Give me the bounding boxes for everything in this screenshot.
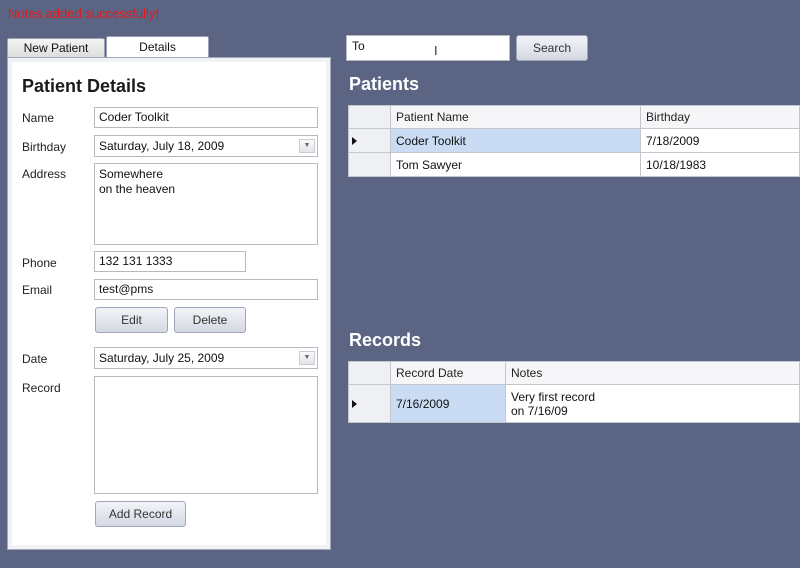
search-button[interactable]: Search <box>516 35 588 61</box>
column-header-birthday[interactable]: Birthday <box>640 105 800 129</box>
address-label: Address <box>22 167 67 181</box>
patient-birthday-cell[interactable]: 10/18/1983 <box>640 152 800 177</box>
birthday-label: Birthday <box>22 140 67 154</box>
row-selector[interactable] <box>348 384 391 423</box>
tab-new-patient[interactable]: New Patient <box>7 38 105 58</box>
name-label: Name <box>22 111 55 125</box>
phone-field[interactable]: 132 131 1333 <box>94 251 246 272</box>
chevron-down-icon[interactable]: ▼ <box>299 351 315 365</box>
record-field[interactable] <box>94 376 318 494</box>
record-date-cell[interactable]: 7/16/2009 <box>390 384 506 423</box>
record-label: Record <box>22 381 61 395</box>
birthday-value: Saturday, July 18, 2009 <box>99 138 225 153</box>
name-field[interactable]: Coder Toolkit <box>94 107 318 128</box>
patient-name-cell[interactable]: Coder Toolkit <box>390 128 641 153</box>
chevron-down-icon[interactable]: ▼ <box>299 139 315 153</box>
edit-button[interactable]: Edit <box>95 307 168 333</box>
tab-details[interactable]: Details <box>106 36 209 58</box>
patients-title: Patients <box>349 74 420 94</box>
column-header-record-date[interactable]: Record Date <box>390 361 506 385</box>
column-header-notes[interactable]: Notes <box>505 361 800 385</box>
delete-button[interactable]: Delete <box>174 307 246 333</box>
record-date-picker[interactable]: Saturday, July 25, 2009 ▼ <box>94 347 318 369</box>
add-record-button[interactable]: Add Record <box>95 501 186 527</box>
records-grid: Record Date Notes 7/16/2009 Very first r… <box>348 361 800 423</box>
panel-title: Patient Details <box>22 76 147 96</box>
patient-birthday-cell[interactable]: 7/18/2009 <box>640 128 800 153</box>
patients-grid: Patient Name Birthday Coder Toolkit 7/18… <box>348 105 800 177</box>
phone-label: Phone <box>22 256 57 270</box>
current-row-arrow-icon <box>352 136 357 145</box>
column-header-patient-name[interactable]: Patient Name <box>390 105 641 129</box>
table-row[interactable]: 7/16/2009 Very first record on 7/16/09 <box>348 384 800 423</box>
text-cursor-icon: I <box>434 43 438 58</box>
record-notes-cell[interactable]: Very first record on 7/16/09 <box>505 384 800 423</box>
address-field[interactable]: Somewhere on the heaven <box>94 163 318 245</box>
grid-corner <box>348 105 391 129</box>
current-row-arrow-icon <box>352 399 357 408</box>
status-message: Notes added successfully! <box>8 6 160 21</box>
date-label: Date <box>22 352 48 366</box>
email-field[interactable]: test@pms <box>94 279 318 300</box>
record-date-value: Saturday, July 25, 2009 <box>99 350 225 365</box>
records-title: Records <box>349 330 422 350</box>
row-selector[interactable] <box>348 128 391 153</box>
birthday-date-picker[interactable]: Saturday, July 18, 2009 ▼ <box>94 135 318 157</box>
email-label: Email <box>22 283 53 297</box>
table-row[interactable]: Coder Toolkit 7/18/2009 <box>348 128 800 153</box>
grid-corner <box>348 361 391 385</box>
row-selector[interactable] <box>348 152 391 177</box>
patient-name-cell[interactable]: Tom Sawyer <box>390 152 641 177</box>
table-row[interactable]: Tom Sawyer 10/18/1983 <box>348 152 800 177</box>
search-input[interactable]: To <box>346 35 510 61</box>
